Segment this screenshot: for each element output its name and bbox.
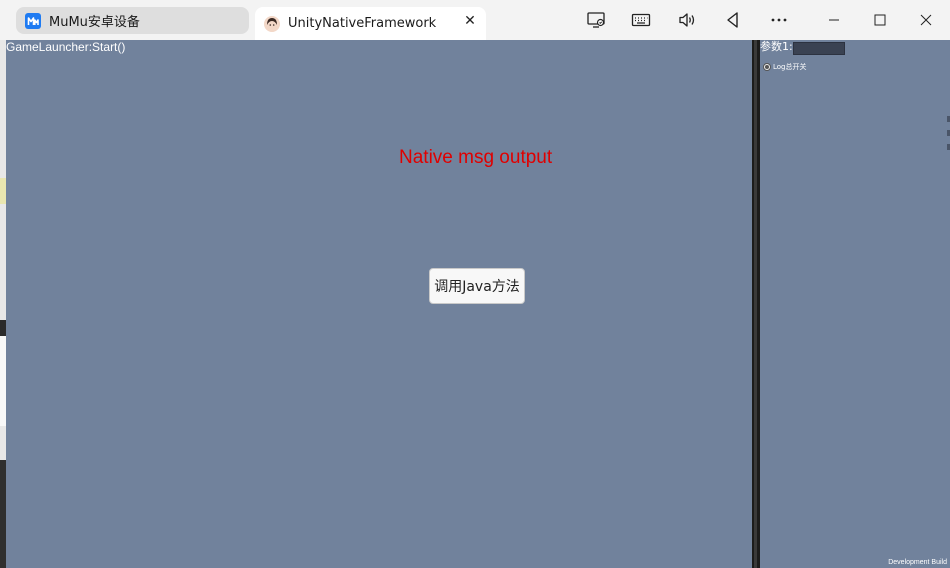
native-msg-output: Native msg output — [399, 147, 553, 168]
param-label: 参数1: — [760, 40, 793, 53]
tab-unity-native-framework[interactable]: UnityNativeFramework ✕ — [255, 7, 486, 40]
more-icon[interactable] — [765, 7, 793, 33]
keyboard-icon[interactable] — [627, 7, 655, 33]
panel-divider[interactable] — [752, 40, 760, 568]
game-viewport[interactable]: GameLauncher:Start() Native msg output 调… — [6, 40, 752, 568]
app-window: MuMu安卓设备 UnityNativeFramework ✕ GameLaun… — [0, 0, 950, 568]
maximize-icon[interactable] — [865, 6, 895, 34]
divider-handle — [754, 40, 757, 568]
tab-mumu[interactable]: MuMu安卓设备 — [16, 7, 249, 34]
log-toggle-radio[interactable] — [763, 63, 771, 71]
development-build-label: Development Build — [888, 559, 947, 566]
volume-icon[interactable] — [673, 7, 701, 33]
back-icon[interactable] — [719, 7, 747, 33]
tab-label: UnityNativeFramework — [288, 16, 437, 31]
call-java-method-button[interactable]: 调用Java方法 — [429, 268, 525, 304]
avatar-icon — [264, 15, 280, 32]
minimize-icon[interactable] — [819, 6, 849, 34]
launcher-log-text: GameLauncher:Start() — [6, 40, 126, 54]
debug-panel: 参数1: Log总开关 Development Build — [760, 40, 950, 568]
tab-close-icon[interactable]: ✕ — [462, 13, 478, 29]
screen-share-icon[interactable] — [582, 7, 610, 33]
title-bar: MuMu安卓设备 UnityNativeFramework ✕ — [0, 0, 950, 40]
log-toggle[interactable]: Log总开关 — [763, 62, 807, 72]
mumu-logo-icon — [25, 12, 41, 29]
close-icon[interactable] — [911, 6, 941, 34]
param-input[interactable] — [793, 42, 845, 55]
log-toggle-label: Log总开关 — [773, 63, 807, 71]
tab-label: MuMu安卓设备 — [49, 15, 140, 30]
